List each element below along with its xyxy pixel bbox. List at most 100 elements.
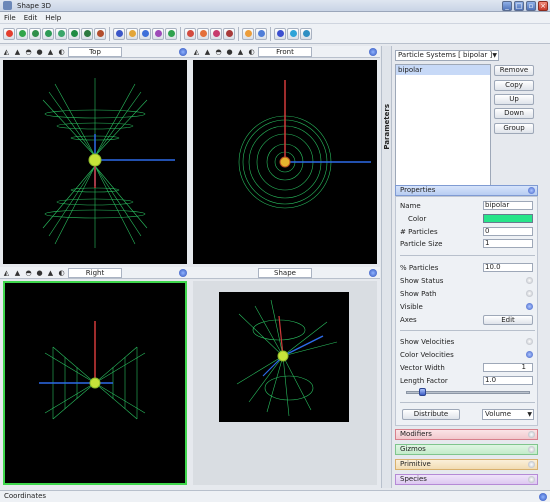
half-sphere-icon[interactable]: ◓ [214, 47, 223, 56]
toolbar-button[interactable] [274, 27, 286, 40]
half-sphere-icon[interactable]: ◓ [24, 268, 33, 277]
visible-toggle[interactable] [526, 303, 533, 310]
primitive-header[interactable]: Primitive [395, 459, 538, 470]
expand-icon[interactable] [528, 431, 535, 438]
status-settings-icon[interactable] [539, 493, 547, 501]
distribute-button[interactable]: Distribute [402, 409, 460, 420]
toolbar-button[interactable] [255, 27, 267, 40]
length-factor-field[interactable]: 1.0 [483, 376, 533, 385]
volume-select[interactable]: Volume ▼ [482, 409, 534, 420]
tool-icon [257, 30, 265, 37]
tetra-icon[interactable]: ◭ [192, 47, 201, 56]
name-field[interactable]: bipolar [483, 201, 533, 210]
restore-button[interactable]: ▫ [526, 1, 536, 11]
front-canvas[interactable] [193, 60, 377, 264]
toolbar-button[interactable] [152, 27, 164, 40]
view-settings-icon[interactable] [369, 269, 377, 277]
toolbar-button[interactable] [223, 27, 235, 40]
toolbar-button[interactable] [3, 27, 15, 40]
tetra-icon[interactable]: ◭ [2, 268, 11, 277]
particle-size-field[interactable]: 1 [483, 239, 533, 248]
color-swatch[interactable] [483, 214, 533, 223]
show-velocities-toggle[interactable] [526, 338, 533, 345]
view-label-front[interactable]: Front [258, 47, 312, 57]
length-factor-slider[interactable] [406, 388, 530, 396]
up-button[interactable]: Up [494, 94, 534, 105]
species-header[interactable]: Species [395, 474, 538, 485]
cone-icon[interactable]: ▲ [46, 268, 55, 277]
toolbar-button[interactable] [113, 27, 125, 40]
particle-systems-select[interactable]: Particle Systems [ bipolar ] ▼ [395, 50, 499, 61]
toolbar-button[interactable] [42, 27, 54, 40]
slider-thumb[interactable] [418, 388, 426, 396]
expand-icon[interactable] [528, 461, 535, 468]
expand-icon[interactable] [528, 446, 535, 453]
properties-header[interactable]: Properties [395, 185, 538, 196]
triangle-icon[interactable]: ▲ [13, 268, 22, 277]
cone-icon[interactable]: ▲ [46, 47, 55, 56]
toolbar-button[interactable] [126, 27, 138, 40]
tetra-icon[interactable]: ◭ [2, 47, 11, 56]
remove-button[interactable]: Remove [494, 65, 534, 76]
toolbar-button[interactable] [165, 27, 177, 40]
expand-icon[interactable] [528, 476, 535, 483]
triangle-icon[interactable]: ▲ [203, 47, 212, 56]
toolbar-button[interactable] [287, 27, 299, 40]
view-label-top[interactable]: Top [68, 47, 122, 57]
toolbar-button[interactable] [29, 27, 41, 40]
shape-canvas[interactable] [193, 281, 377, 485]
tool-icon [18, 30, 26, 37]
top-canvas[interactable] [3, 60, 187, 264]
split-icon[interactable]: ◐ [247, 47, 256, 56]
gizmos-header[interactable]: Gizmos [395, 444, 538, 455]
triangle-icon[interactable]: ▲ [13, 47, 22, 56]
color-velocities-toggle[interactable] [526, 351, 533, 358]
view-settings-icon[interactable] [369, 48, 377, 56]
view-settings-icon[interactable] [179, 269, 187, 277]
shape-preview[interactable] [219, 292, 349, 422]
half-sphere-icon[interactable]: ◓ [24, 47, 33, 56]
toolbar-button[interactable] [242, 27, 254, 40]
menu-help[interactable]: Help [41, 14, 65, 22]
split-icon[interactable]: ◐ [57, 268, 66, 277]
toolbar-button[interactable] [81, 27, 93, 40]
copy-button[interactable]: Copy [494, 80, 534, 91]
sphere-icon[interactable]: ● [35, 268, 44, 277]
toolbar-button[interactable] [55, 27, 67, 40]
toolbar-button[interactable] [197, 27, 209, 40]
menu-edit[interactable]: Edit [20, 14, 42, 22]
sphere-icon[interactable]: ● [225, 47, 234, 56]
species-header-label: Species [400, 475, 427, 483]
length-factor-label: Length Factor [400, 377, 448, 385]
collapse-icon[interactable] [528, 187, 535, 194]
show-status-toggle[interactable] [526, 277, 533, 284]
show-path-toggle[interactable] [526, 290, 533, 297]
list-item[interactable]: bipolar [396, 65, 490, 75]
menu-file[interactable]: File [0, 14, 20, 22]
down-button[interactable]: Down [494, 108, 534, 119]
vector-width-field[interactable]: 1 [483, 363, 533, 372]
parameters-tab[interactable]: Parameters [381, 46, 392, 488]
minimize-button[interactable]: _ [502, 1, 512, 11]
maximize-button[interactable]: □ [514, 1, 524, 11]
toolbar-button[interactable] [184, 27, 196, 40]
toolbar-button[interactable] [300, 27, 312, 40]
toolbar-button[interactable] [94, 27, 106, 40]
sphere-icon[interactable]: ● [35, 47, 44, 56]
pct-particles-field[interactable]: 10.0 [483, 263, 533, 272]
group-button[interactable]: Group [494, 123, 534, 134]
close-button[interactable]: × [538, 1, 548, 11]
right-canvas[interactable] [3, 281, 187, 485]
view-label-right[interactable]: Right [68, 268, 122, 278]
axes-edit-button[interactable]: Edit [483, 315, 533, 325]
toolbar-button[interactable] [68, 27, 80, 40]
toolbar-button[interactable] [139, 27, 151, 40]
cone-icon[interactable]: ▲ [236, 47, 245, 56]
split-icon[interactable]: ◐ [57, 47, 66, 56]
modifiers-header[interactable]: Modifiers [395, 429, 538, 440]
view-settings-icon[interactable] [179, 48, 187, 56]
toolbar-button[interactable] [210, 27, 222, 40]
toolbar-button[interactable] [16, 27, 28, 40]
view-label-shape[interactable]: Shape [258, 268, 312, 278]
particles-field[interactable]: 0 [483, 227, 533, 236]
